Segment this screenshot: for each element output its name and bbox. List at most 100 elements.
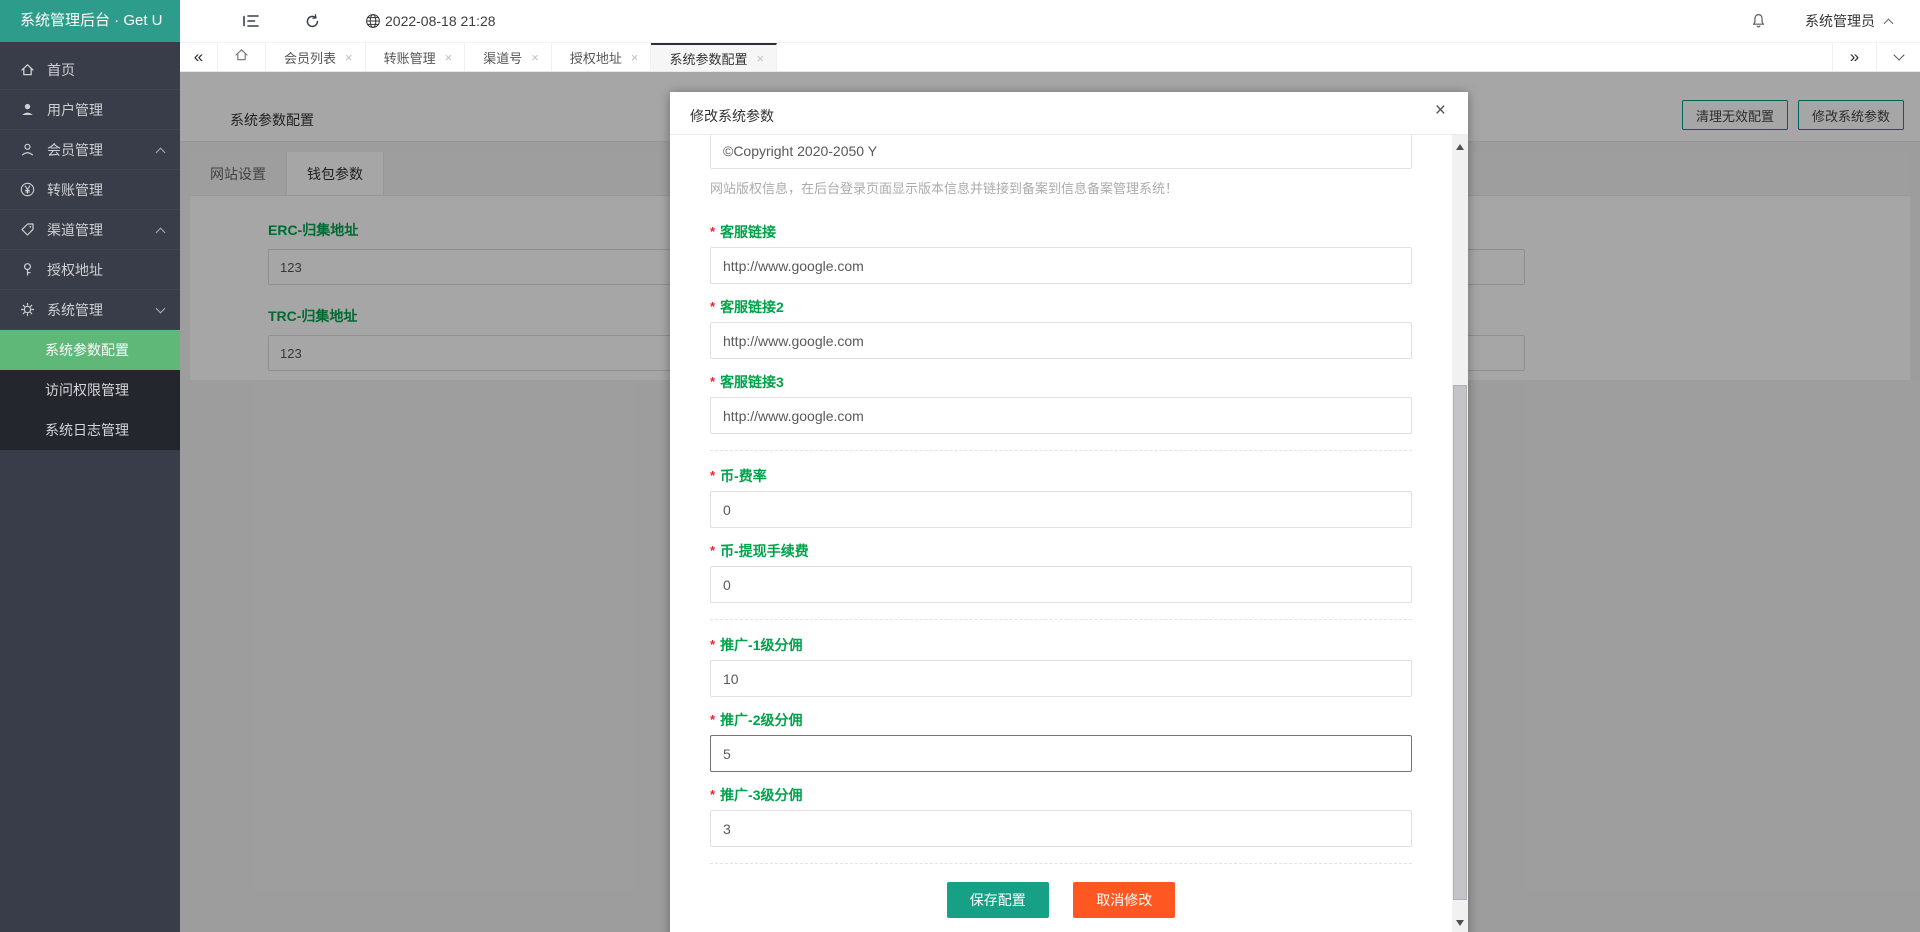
tab-label: 授权地址 bbox=[570, 48, 622, 67]
chevron-up-icon bbox=[156, 148, 166, 158]
close-icon[interactable]: × bbox=[1435, 101, 1446, 120]
sidebar-item-users[interactable]: 用户管理 bbox=[0, 90, 180, 130]
modal-footer: 保存配置 取消修改 bbox=[710, 882, 1412, 918]
sidebar-subitem-system-logs[interactable]: 系统日志管理 bbox=[0, 410, 180, 450]
required-mark: * bbox=[710, 637, 715, 652]
sidebar-subitem-access-rights[interactable]: 访问权限管理 bbox=[0, 370, 180, 410]
tab-options-button[interactable] bbox=[1876, 43, 1920, 71]
sidebar-nav: 首页 用户管理 会员管理 转账管理 渠道管理 授权地址 系统管理 bbox=[0, 42, 180, 450]
current-time: 2022-08-18 21:28 bbox=[385, 13, 496, 29]
modify-system-params-modal: 修改系统参数 × 网站版权信息，在后台登录页面显示版本信息并链接到备案到信息备案… bbox=[670, 92, 1468, 932]
close-icon[interactable]: × bbox=[756, 51, 764, 66]
sidebar-item-system[interactable]: 系统管理 bbox=[0, 290, 180, 330]
divider bbox=[710, 619, 1412, 620]
field-label: 币-提现手续费 bbox=[720, 543, 809, 559]
refresh-icon[interactable] bbox=[304, 13, 321, 30]
field-label: 客服链接3 bbox=[720, 374, 784, 390]
modal-header: 修改系统参数 × bbox=[670, 92, 1468, 135]
sidebar-item-members[interactable]: 会员管理 bbox=[0, 130, 180, 170]
promo-level3-commission-input[interactable] bbox=[710, 810, 1412, 847]
form-group: *推广-3级分佣 bbox=[710, 786, 1412, 847]
modal-title: 修改系统参数 bbox=[690, 106, 774, 126]
user-menu[interactable]: 系统管理员 bbox=[1805, 11, 1892, 31]
home-icon bbox=[20, 62, 36, 78]
tab-transfer-mgmt[interactable]: 转账管理 × bbox=[366, 43, 466, 71]
close-icon[interactable]: × bbox=[445, 50, 453, 65]
tab-system-params[interactable]: 系统参数配置 × bbox=[651, 43, 777, 71]
service-link-3-input[interactable] bbox=[710, 397, 1412, 434]
gear-icon bbox=[20, 302, 36, 318]
promo-level1-commission-input[interactable] bbox=[710, 660, 1412, 697]
sidebar-subitem-system-params[interactable]: 系统参数配置 bbox=[0, 330, 180, 370]
required-mark: * bbox=[710, 543, 715, 558]
field-label: 客服链接2 bbox=[720, 299, 784, 315]
scrollbar-thumb[interactable] bbox=[1453, 385, 1467, 900]
user-filled-icon bbox=[20, 102, 36, 118]
tag-icon bbox=[20, 222, 36, 238]
sidebar-item-auth-address[interactable]: 授权地址 bbox=[0, 250, 180, 290]
close-icon[interactable]: × bbox=[631, 50, 639, 65]
scroll-up-arrow-icon[interactable] bbox=[1456, 144, 1464, 150]
tab-label: 渠道号 bbox=[483, 48, 522, 67]
tab-member-list[interactable]: 会员列表 × bbox=[266, 43, 366, 71]
service-link-2-input[interactable] bbox=[710, 322, 1412, 359]
copyright-input[interactable] bbox=[710, 135, 1412, 169]
bell-icon[interactable] bbox=[1750, 12, 1767, 30]
tab-channel-no[interactable]: 渠道号 × bbox=[465, 43, 552, 71]
topbar: 2022-08-18 21:28 系统管理员 bbox=[180, 0, 1920, 42]
required-mark: * bbox=[710, 299, 715, 314]
coin-withdraw-fee-input[interactable] bbox=[710, 566, 1412, 603]
scroll-tabs-left-button[interactable]: « bbox=[180, 43, 218, 71]
chevron-down-icon bbox=[1893, 49, 1904, 60]
tab-auth-address[interactable]: 授权地址 × bbox=[552, 43, 652, 71]
modal-scrollbar[interactable] bbox=[1452, 135, 1468, 932]
scroll-tabs-right-button[interactable]: » bbox=[1832, 43, 1876, 71]
yen-circle-icon bbox=[20, 182, 36, 198]
sidebar-item-label: 用户管理 bbox=[47, 90, 103, 130]
coin-fee-rate-input[interactable] bbox=[710, 491, 1412, 528]
globe-icon bbox=[365, 13, 381, 29]
close-icon[interactable]: × bbox=[345, 50, 353, 65]
collapse-sidebar-icon[interactable] bbox=[242, 13, 260, 29]
tab-label: 会员列表 bbox=[284, 48, 336, 67]
form-group: * 币-提现手续费 bbox=[710, 542, 1412, 603]
save-config-button[interactable]: 保存配置 bbox=[947, 882, 1049, 918]
scroll-down-arrow-icon[interactable] bbox=[1456, 920, 1464, 926]
required-mark: * bbox=[710, 787, 715, 802]
sidebar-item-label: 转账管理 bbox=[47, 170, 103, 210]
tabbar: « 会员列表 × 转账管理 × 渠道号 × 授权地址 × 系统参数配置 × » bbox=[180, 42, 1920, 72]
tab-label: 系统参数配置 bbox=[669, 49, 747, 68]
sidebar-item-label: 会员管理 bbox=[47, 130, 103, 170]
form-group-copyright: 网站版权信息，在后台登录页面显示版本信息并链接到备案到信息备案管理系统！ bbox=[710, 135, 1412, 197]
close-icon[interactable]: × bbox=[531, 50, 539, 65]
field-label: 币-费率 bbox=[720, 468, 767, 484]
service-link-1-input[interactable] bbox=[710, 247, 1412, 284]
field-label: 推广-1级分佣 bbox=[720, 637, 802, 653]
promo-level2-commission-input[interactable] bbox=[710, 735, 1412, 772]
sidebar-item-label: 渠道管理 bbox=[47, 210, 103, 250]
sidebar-item-transfers[interactable]: 转账管理 bbox=[0, 170, 180, 210]
form-group: * 推广-1级分佣 bbox=[710, 636, 1412, 697]
divider bbox=[710, 450, 1412, 451]
user-outline-icon bbox=[20, 142, 36, 158]
form-group: * 客服链接2 bbox=[710, 298, 1412, 359]
system-submenu: 系统参数配置 访问权限管理 系统日志管理 bbox=[0, 330, 180, 450]
sidebar-item-home[interactable]: 首页 bbox=[0, 50, 180, 90]
sidebar-item-channels[interactable]: 渠道管理 bbox=[0, 210, 180, 250]
chevron-up-icon bbox=[156, 228, 166, 238]
sidebar: 系统管理后台 · Get U 首页 用户管理 会员管理 转账管理 渠道管理 授权… bbox=[0, 0, 180, 932]
required-mark: * bbox=[710, 712, 715, 727]
form-group: *客服链接3 bbox=[710, 373, 1412, 434]
modal-body: 网站版权信息，在后台登录页面显示版本信息并链接到备案到信息备案管理系统！ *客服… bbox=[670, 135, 1452, 932]
sidebar-item-label: 首页 bbox=[47, 50, 75, 90]
tab-label: 转账管理 bbox=[384, 48, 436, 67]
copyright-hint: 网站版权信息，在后台登录页面显示版本信息并链接到备案到信息备案管理系统！ bbox=[710, 178, 1412, 197]
home-icon bbox=[234, 47, 249, 67]
form-group: *客服链接 bbox=[710, 223, 1412, 284]
form-group: *币-费率 bbox=[710, 467, 1412, 528]
brand-title: 系统管理后台 · Get U bbox=[0, 0, 180, 42]
tab-home[interactable] bbox=[218, 43, 266, 71]
cancel-changes-button[interactable]: 取消修改 bbox=[1073, 882, 1175, 918]
user-name: 系统管理员 bbox=[1805, 11, 1875, 31]
form-group: *推广-2级分佣 bbox=[710, 711, 1412, 772]
